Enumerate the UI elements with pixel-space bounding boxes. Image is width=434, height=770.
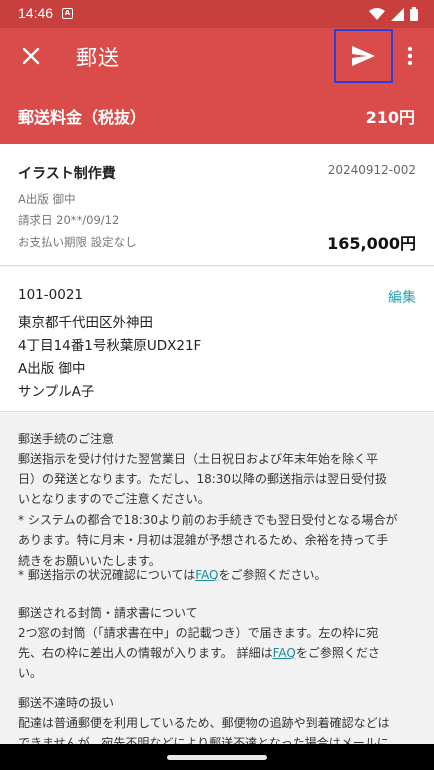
address-postal-code: 101-0021 bbox=[18, 287, 83, 303]
signal-icon bbox=[391, 7, 404, 21]
postage-fee-label: 郵送料金（税抜） bbox=[18, 108, 147, 127]
more-options-button[interactable] bbox=[400, 44, 420, 68]
invoice-card: イラスト制作費 20240912-002 A出版 御中 請求日 20**/09/… bbox=[0, 144, 434, 266]
system-navigation-bar bbox=[0, 744, 434, 770]
notes-text: をご参照くださ bbox=[295, 646, 380, 660]
address-recipient-name: サンプルA子 bbox=[18, 384, 95, 400]
mailing-notes: 郵送手続のご注意 郵送指示を受け付けた翌営業日（土日祝日および年末年始を除く平 … bbox=[0, 413, 434, 744]
battery-icon bbox=[410, 7, 418, 21]
address-line-1: 東京都千代田区外神田 bbox=[18, 315, 153, 331]
system-icons bbox=[369, 7, 418, 21]
invoice-issue-date: 請求日 20**/09/12 bbox=[18, 213, 120, 227]
status-bar: 14:46 A bbox=[0, 0, 434, 28]
notes-text: できませんが、宛先不明などにより郵送不達となった場合はメールに bbox=[18, 736, 389, 744]
address-recipient-company: A出版 御中 bbox=[18, 361, 86, 377]
invoice-amount: 165,000円 bbox=[327, 234, 416, 253]
more-vert-icon bbox=[407, 46, 413, 66]
send-icon bbox=[352, 46, 375, 66]
status-time: 14:46 bbox=[18, 5, 54, 21]
close-button[interactable] bbox=[19, 44, 43, 68]
notes-text: 2つ窓の封筒（「請求書在中」の記載つき）で届きます。左の枠に宛 bbox=[18, 626, 379, 640]
mailing-address-card: 101-0021 東京都千代田区外神田 4丁目14番1号秋葉原UDX21F A出… bbox=[0, 267, 434, 412]
notes-text: をご参照ください。 bbox=[218, 568, 327, 582]
notes-text: 配達は普通郵便を利用しているため、郵便物の追跡や到着確認などは bbox=[18, 716, 390, 730]
notes-text: あります。特に月末・月初は混雑が予想されるため、余裕を持って手 bbox=[18, 533, 389, 547]
invoice-due-date: お支払い期限 設定なし bbox=[18, 235, 137, 249]
close-icon bbox=[22, 47, 40, 65]
notes-text: いとなりますのでご注意ください。 bbox=[18, 492, 210, 506]
notes-text-with-link: 先、右の枠に差出人の情報が入ります。 詳細はFAQをご参照くださ bbox=[18, 643, 416, 664]
wifi-icon bbox=[369, 7, 385, 20]
faq-link[interactable]: FAQ bbox=[273, 646, 296, 660]
send-button[interactable] bbox=[334, 29, 393, 83]
app-bar: 郵送 bbox=[0, 28, 434, 84]
postage-fee-value: 210円 bbox=[365, 108, 415, 127]
notification-badge-icon: A bbox=[62, 8, 73, 19]
address-line-2: 4丁目14番1号秋葉原UDX21F bbox=[18, 338, 202, 354]
notes-text: 郵送指示を受け付けた翌営業日（土日祝日および年末年始を除く平 bbox=[18, 452, 379, 466]
notes-text-with-link: * 郵送指示の状況確認についてはFAQをご参照ください。 bbox=[18, 565, 416, 586]
notes-heading-envelope: 郵送される封筒・請求書について bbox=[18, 606, 198, 620]
notes-text: 日）の発送となります。ただし、18:30以降の郵送指示は翌日受付扱 bbox=[18, 472, 388, 486]
notes-heading-undelivered: 郵送不達時の扱い bbox=[18, 696, 115, 710]
notes-heading-caution: 郵送手続のご注意 bbox=[18, 432, 115, 446]
home-gesture-handle[interactable] bbox=[167, 755, 267, 760]
notes-text: い。 bbox=[18, 666, 43, 680]
notes-text: 先、右の枠に差出人の情報が入ります。 詳細は bbox=[18, 646, 273, 660]
faq-link[interactable]: FAQ bbox=[195, 568, 218, 582]
edit-address-link[interactable]: 編集 bbox=[388, 287, 416, 307]
notes-text: * システムの都合で18:30より前のお手続きでも翌日受付となる場合が bbox=[18, 513, 398, 527]
postage-fee-bar: 郵送料金（税抜） 210円 bbox=[0, 84, 434, 144]
page-title: 郵送 bbox=[76, 46, 120, 70]
notes-text: * 郵送指示の状況確認については bbox=[18, 568, 196, 582]
invoice-client: A出版 御中 bbox=[18, 192, 76, 206]
invoice-number: 20240912-002 bbox=[327, 163, 416, 177]
invoice-name: イラスト制作費 bbox=[18, 166, 116, 182]
